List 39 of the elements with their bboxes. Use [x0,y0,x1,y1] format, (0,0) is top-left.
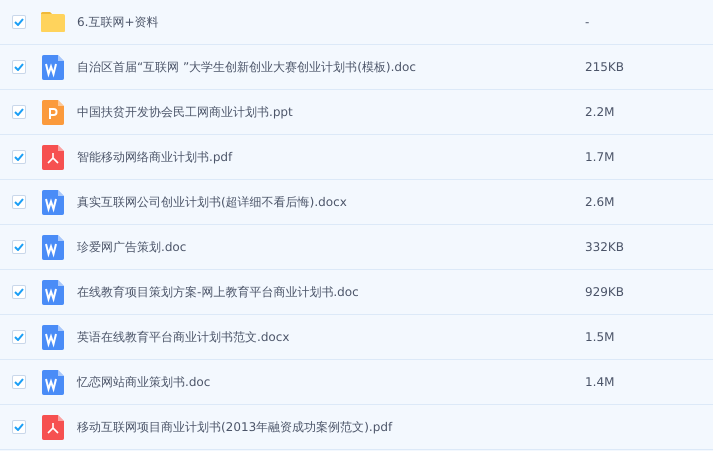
file-name[interactable]: 真实互联网公司创业计划书(超详细不看后悔).docx [77,193,577,211]
pdf-document-icon [42,144,64,170]
checkbox[interactable] [12,330,26,344]
checkbox[interactable] [12,285,26,299]
file-name[interactable]: 智能移动网络商业计划书.pdf [77,148,577,166]
file-size: 2.6M [585,194,614,211]
pdf-document-icon [42,414,64,440]
file-size: - [585,14,590,31]
checkbox[interactable] [12,420,26,434]
checkbox[interactable] [12,195,26,209]
checkbox[interactable] [12,105,26,119]
word-document-icon [42,370,64,394]
presentation-document-icon [42,100,64,124]
word-document-icon [42,234,64,260]
word-document-icon [42,190,64,214]
file-name[interactable]: 移动互联网项目商业计划书(2013年融资成功案例范文).pdf [77,418,577,436]
file-name[interactable]: 英语在线教育平台商业计划书范文.docx [77,328,577,346]
checkbox[interactable] [12,60,26,74]
word-document-icon [42,54,64,80]
checkbox[interactable] [12,150,26,164]
checkbox[interactable] [12,240,26,254]
file-size: 215KB [585,59,624,76]
file-name[interactable]: 中国扶贫开发协会民工网商业计划书.ppt [77,103,577,121]
file-name[interactable]: 在线教育项目策划方案-网上教育平台商业计划书.doc [77,283,577,301]
file-size: 332KB [585,239,624,256]
file-name[interactable]: 自治区首届“互联网 ”大学生创新创业大赛创业计划书(模板).doc [77,58,577,76]
file-name[interactable]: 珍爱网广告策划.doc [77,238,577,256]
folder-icon [40,11,66,33]
file-size: 1.5M [585,329,614,346]
file-size: 2.2M [585,104,614,121]
checkbox[interactable] [12,15,26,29]
checkbox[interactable] [12,375,26,389]
file-size: 1.4M [585,374,614,391]
file-size: 929KB [585,284,624,301]
file-name[interactable]: 忆恋网站商业策划书.doc [77,373,577,391]
folder-name[interactable]: 6.互联网+资料 [77,13,577,31]
word-document-icon [42,280,64,304]
word-document-icon [42,324,64,350]
file-size: 1.7M [585,149,614,166]
